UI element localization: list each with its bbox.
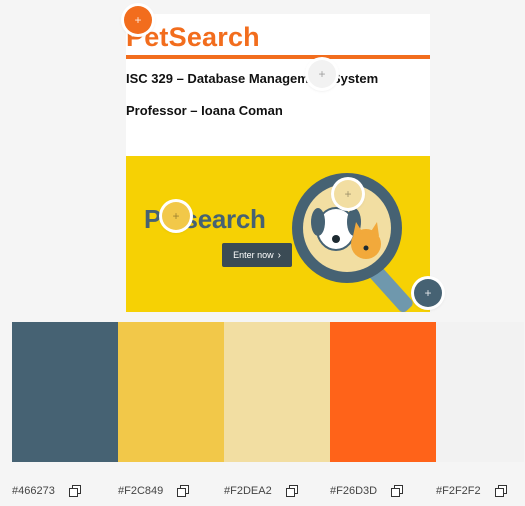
color-picker-handle-1[interactable]: + — [124, 6, 152, 34]
hex-code-1: #466273 — [12, 485, 81, 497]
color-picker-handle-3[interactable]: + — [162, 202, 190, 230]
color-picker-handle-4[interactable]: + — [334, 180, 362, 208]
hex-label: #F26D3D — [330, 485, 378, 497]
copy-icon[interactable] — [494, 485, 507, 497]
copy-icon[interactable] — [177, 485, 190, 497]
dog-nose — [332, 235, 340, 243]
hex-label: #F2DEA2 — [224, 485, 272, 497]
crosshair-icon: + — [424, 286, 432, 300]
swatch-1[interactable] — [12, 322, 118, 462]
swatch-5[interactable] — [436, 322, 524, 462]
copy-icon[interactable] — [285, 485, 298, 497]
hex-label: #F2F2F2 — [436, 485, 481, 497]
hex-code-2: #F2C849 — [118, 485, 190, 497]
crosshair-icon: + — [318, 67, 326, 81]
swatch-3[interactable] — [224, 322, 330, 462]
image-preview: PetSearch ISC 329 – Database Management … — [126, 14, 430, 312]
dog-ear-left — [311, 208, 325, 236]
professor-name: Professor – Ioana Coman — [126, 103, 283, 118]
palette-swatches — [12, 322, 525, 462]
enter-now-button[interactable]: Enter now › — [222, 243, 292, 267]
enter-now-label: Enter now — [233, 250, 274, 260]
copy-icon[interactable] — [391, 485, 404, 497]
crosshair-icon: + — [134, 13, 142, 27]
crosshair-icon: + — [344, 187, 352, 201]
crosshair-icon: + — [172, 209, 180, 223]
course-title: ISC 329 – Database Management System — [126, 71, 379, 86]
title-divider — [126, 55, 430, 59]
petsearch-banner: Petsearch Enter now › — [126, 156, 430, 312]
hex-code-3: #F2DEA2 — [224, 485, 298, 497]
hex-label: #466273 — [12, 485, 55, 497]
hex-code-4: #F26D3D — [330, 485, 404, 497]
swatch-2[interactable] — [118, 322, 224, 462]
chevron-right-icon: › — [277, 249, 281, 261]
swatch-4[interactable] — [330, 322, 436, 462]
color-picker-handle-2[interactable]: + — [308, 60, 336, 88]
cat-nose — [363, 245, 369, 251]
hex-label: #F2C849 — [118, 485, 164, 497]
palette-hex-codes: #466273 #F2C849 #F2DEA2 #F26D3D #F2F2F2 — [0, 485, 525, 501]
color-picker-handle-5[interactable]: + — [414, 279, 442, 307]
hex-code-5: #F2F2F2 — [436, 485, 507, 497]
copy-icon[interactable] — [68, 485, 81, 497]
magnifier-illustration — [292, 173, 413, 312]
